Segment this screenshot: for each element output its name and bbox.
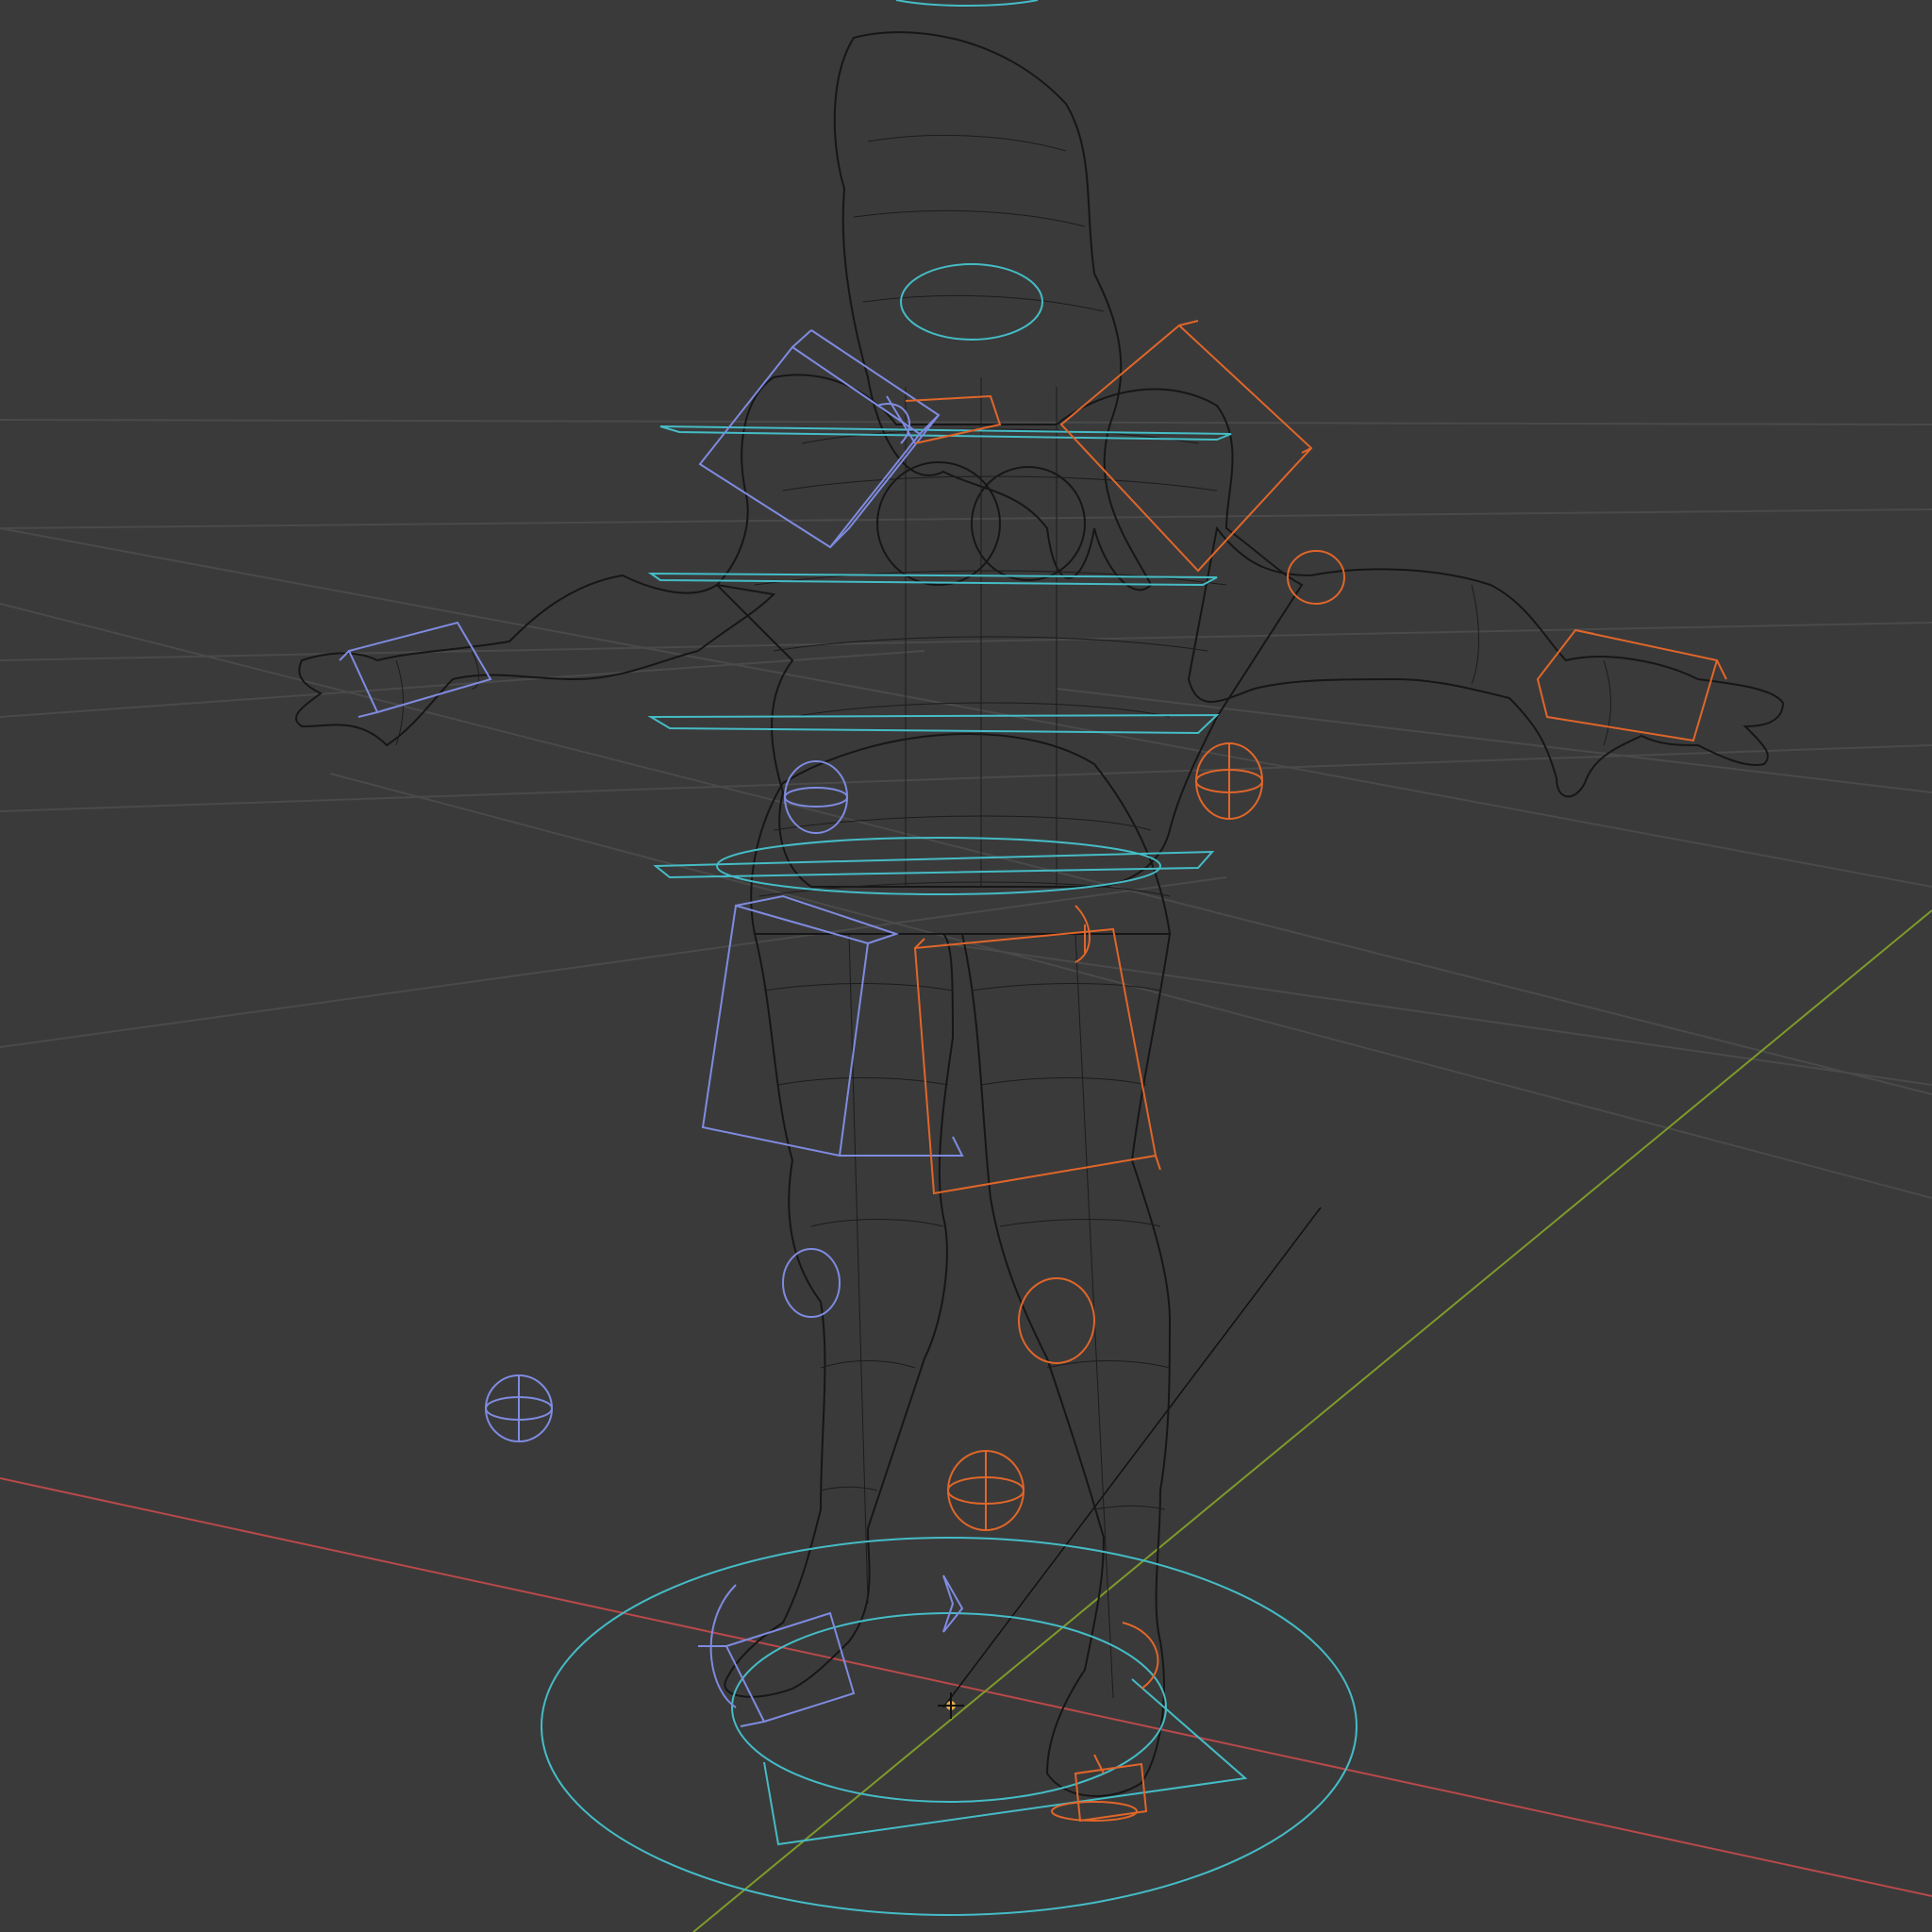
elbow-control-left[interactable] xyxy=(1287,550,1345,605)
shoulder-control-left[interactable] xyxy=(1059,320,1313,573)
knee-control-right[interactable] xyxy=(782,1248,841,1318)
spine-control-lower[interactable] xyxy=(647,713,1220,735)
rig-controls-left[interactable] xyxy=(905,320,1727,1823)
mesh-arm-right xyxy=(294,574,776,747)
heel-control-right[interactable] xyxy=(942,1574,964,1633)
foot-control-right[interactable] xyxy=(698,1611,856,1727)
viewport-canvas[interactable] xyxy=(0,0,1932,1932)
hand-control-left[interactable] xyxy=(1536,628,1727,742)
top-control-arc[interactable] xyxy=(895,0,1039,7)
y-axis-line xyxy=(692,909,1932,1932)
mesh-wire-detail xyxy=(395,134,1611,1699)
hand-control-right[interactable] xyxy=(339,621,492,718)
mesh-hips xyxy=(750,733,1172,935)
mesh-leg-right xyxy=(724,933,955,1698)
character-mesh[interactable] xyxy=(294,31,1785,1797)
rig-controls-right[interactable] xyxy=(339,329,964,1727)
thigh-control-right[interactable] xyxy=(701,894,964,1158)
3d-cursor-icon[interactable] xyxy=(938,1692,964,1719)
ankle-control-left[interactable] xyxy=(1122,1622,1159,1690)
elbow-pole-right-ring[interactable] xyxy=(784,787,848,808)
3d-viewport[interactable] xyxy=(0,0,1932,1932)
floor-grid xyxy=(0,419,1932,1199)
mesh-torso xyxy=(715,374,1304,888)
rig-controls-center[interactable] xyxy=(541,0,1357,1916)
chest-control[interactable] xyxy=(659,425,1232,441)
mesh-chest-right xyxy=(971,466,1086,581)
elbow-pole-right[interactable] xyxy=(784,760,848,834)
head-control[interactable] xyxy=(900,263,1043,341)
foot-control-left[interactable] xyxy=(1074,1754,1148,1823)
hips-control[interactable] xyxy=(653,850,1215,879)
x-axis-line xyxy=(0,1477,1932,1897)
upperarm-control-right[interactable] xyxy=(876,395,916,444)
root-direction-arrow[interactable] xyxy=(763,1678,1248,1846)
shoulder-control-right[interactable] xyxy=(698,329,941,549)
camera-guide-line xyxy=(942,1207,1322,1708)
